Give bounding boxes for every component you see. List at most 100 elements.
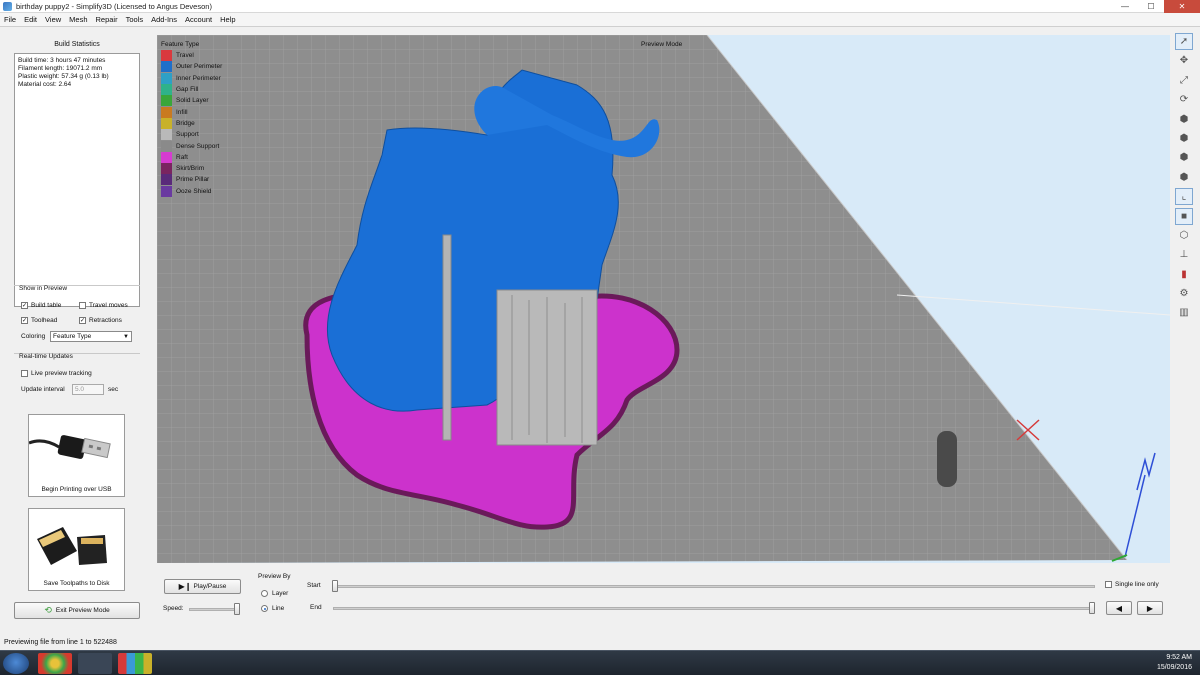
rotate-tool-button[interactable]: ⟳: [1175, 91, 1193, 108]
select-tool-button[interactable]: ➚: [1175, 33, 1193, 50]
menu-edit[interactable]: Edit: [24, 15, 37, 24]
layer-radio[interactable]: Layer: [261, 590, 288, 597]
maximize-button[interactable]: ☐: [1138, 0, 1164, 13]
start-slider-thumb[interactable]: [332, 580, 338, 592]
live-tracking-checkbox[interactable]: Live preview tracking: [21, 370, 92, 377]
stat-material-cost: Material cost: 2.64: [18, 81, 72, 88]
legend-label: Outer Perimeter: [176, 63, 223, 71]
menu-file[interactable]: File: [4, 15, 16, 24]
chrome-taskbar-icon[interactable]: [38, 653, 72, 674]
retractions-checkbox[interactable]: ✓ Retractions: [79, 317, 122, 324]
preview-viewport[interactable]: Feature Type Travel Outer Perimeter Inner …: [157, 35, 1170, 563]
legend-item: Raft: [161, 151, 222, 163]
view-top-button[interactable]: ⬢: [1175, 149, 1193, 166]
settings-tool-button[interactable]: ⚙: [1175, 285, 1193, 302]
update-interval-unit: sec: [108, 386, 119, 393]
play-pause-button[interactable]: ▶❙ Play/Pause: [164, 579, 241, 594]
toolhead-checkbox[interactable]: ✓ Toolhead: [21, 317, 57, 324]
legend-swatch: [161, 117, 172, 129]
end-slider-track[interactable]: [333, 607, 1095, 610]
menu-account[interactable]: Account: [185, 15, 212, 24]
end-label: End: [310, 604, 322, 611]
legend-swatch: [161, 95, 172, 107]
update-interval-value: 5.0: [75, 386, 85, 393]
view-side-button[interactable]: ⬢: [1175, 169, 1193, 186]
system-tray-clock[interactable]: 9:52 AM 15/09/2016: [1157, 653, 1192, 673]
legend-swatch: [161, 61, 172, 73]
single-line-label: Single line only: [1115, 581, 1159, 588]
legend-item: Infill: [161, 106, 222, 118]
save-toolpaths-button[interactable]: Save Toolpaths to Disk: [28, 508, 125, 591]
play-pause-label: Play/Pause: [193, 583, 227, 590]
update-interval-field[interactable]: 5.0: [72, 384, 104, 395]
support-pillar: [442, 234, 452, 441]
move-tool-button[interactable]: ✥: [1175, 52, 1193, 69]
travel-moves-label: Travel moves: [89, 302, 128, 309]
usb-cable-icon: [28, 435, 111, 459]
support-tool-button[interactable]: ▥: [1175, 304, 1193, 321]
menu-tools[interactable]: Tools: [126, 15, 144, 24]
start-slider-track[interactable]: [333, 585, 1095, 588]
toggle-object-button[interactable]: ▮: [1175, 266, 1193, 283]
toolhead-label: Toolhead: [31, 317, 58, 324]
stat-build-time: Build time: 3 hours 47 minutes: [18, 57, 106, 64]
menu-help[interactable]: Help: [220, 15, 235, 24]
simplify3d-taskbar-icon[interactable]: [118, 653, 152, 674]
view-front-button[interactable]: ⬢: [1175, 130, 1193, 147]
prime-pillar-object: [937, 431, 957, 487]
legend-item: Prime Pillar: [161, 174, 222, 186]
build-statistics-heading: Build Statistics: [54, 41, 100, 48]
checkbox-unchecked-icon: [79, 302, 86, 309]
scale-tool-button[interactable]: ⤢: [1175, 72, 1193, 89]
legend-swatch: [161, 151, 172, 163]
menu-repair[interactable]: Repair: [96, 15, 118, 24]
wireframe-view-button[interactable]: ⬡: [1175, 227, 1193, 244]
coloring-label: Coloring: [21, 333, 46, 340]
build-table-checkbox[interactable]: ✓ Build table: [21, 302, 61, 309]
left-panel: Build Statistics Build time: 3 hours 47 …: [0, 27, 150, 650]
support-icon: ▥: [1179, 307, 1189, 319]
speed-slider-thumb[interactable]: [234, 603, 240, 615]
start-button[interactable]: [3, 653, 29, 674]
menu-add-ins[interactable]: Add-Ins: [151, 15, 177, 24]
legend-item: Support: [161, 129, 222, 141]
right-toolbar: ➚ ✥ ⤢ ⟳ ⬢ ⬢ ⬢ ⬢ ⌞ ■ ⬡ ⊥ ▮ ⚙ ▥: [1175, 33, 1195, 324]
checkbox-checked-icon: ✓: [21, 317, 28, 324]
legend-swatch: [161, 174, 172, 186]
legend-swatch: [161, 72, 172, 84]
retractions-label: Retractions: [89, 317, 122, 324]
menu-mesh[interactable]: Mesh: [69, 15, 87, 24]
axis-toggle-button[interactable]: ⌞: [1175, 188, 1193, 206]
wireframe-cube-icon: ⬡: [1179, 229, 1189, 241]
stat-filament-length: Filament length: 19071.2 mm: [18, 65, 103, 72]
play-pause-icon: ▶❙: [178, 582, 192, 591]
move-icon: ✥: [1179, 55, 1189, 67]
end-slider-thumb[interactable]: [1089, 602, 1095, 614]
coloring-select[interactable]: Feature Type ▼: [50, 331, 132, 342]
close-button[interactable]: ✕: [1164, 0, 1200, 13]
start-label: Start: [307, 582, 321, 589]
begin-printing-usb-button[interactable]: Begin Printing over USB: [28, 414, 125, 497]
legend-item: Dense Support: [161, 140, 222, 152]
legend-label: Bridge: [176, 119, 195, 127]
update-interval-label: Update interval: [21, 386, 65, 393]
line-radio[interactable]: Line: [261, 605, 284, 612]
single-line-checkbox[interactable]: Single line only: [1105, 581, 1159, 588]
obs-taskbar-icon[interactable]: [78, 653, 112, 674]
minimize-button[interactable]: —: [1112, 0, 1138, 13]
step-back-button[interactable]: ◀: [1106, 601, 1132, 615]
scale-icon: ⤢: [1180, 74, 1188, 86]
exit-preview-button[interactable]: ⟲ Exit Preview Mode: [14, 602, 140, 619]
view-iso-button[interactable]: ⬢: [1175, 111, 1193, 128]
menu-view[interactable]: View: [45, 15, 61, 24]
legend-label: Infill: [176, 108, 188, 116]
legend-label: Prime Pillar: [176, 176, 210, 184]
speed-slider-track[interactable]: [189, 608, 239, 611]
status-bar: Previewing file from line 1 to 522488: [0, 636, 1200, 650]
step-forward-button[interactable]: ▶: [1137, 601, 1163, 615]
checkbox-unchecked-icon: [21, 370, 28, 377]
solid-view-button[interactable]: ■: [1175, 207, 1193, 225]
cross-section-button[interactable]: ⊥: [1175, 246, 1193, 263]
travel-moves-checkbox[interactable]: Travel moves: [79, 302, 128, 309]
legend-label: Dense Support: [176, 142, 220, 150]
